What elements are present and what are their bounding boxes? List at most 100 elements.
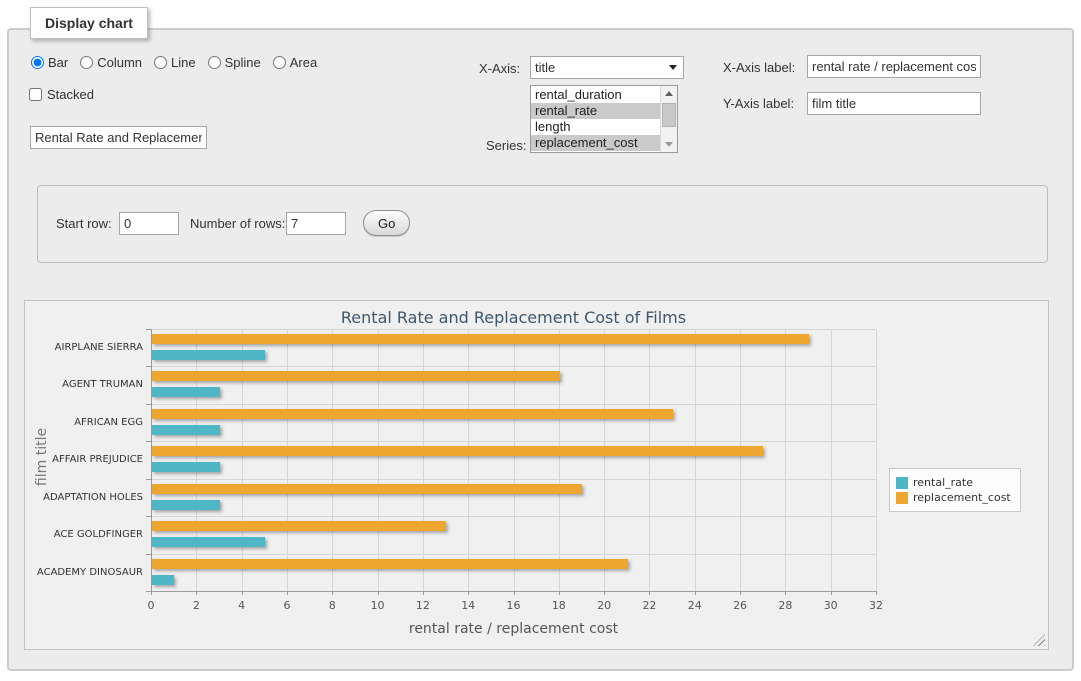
start-row-input[interactable] [119, 212, 179, 235]
x-tick-label: 28 [778, 599, 792, 612]
legend-label: rental_rate [913, 476, 973, 489]
chart-type-option-column[interactable]: Column [80, 55, 142, 70]
gridline-vertical [785, 329, 786, 591]
series-option-length[interactable]: length [531, 119, 660, 135]
legend-item-replacement_cost[interactable]: replacement_cost [896, 491, 1011, 504]
series-listbox[interactable]: rental_durationrental_ratelengthreplacem… [530, 85, 678, 153]
resize-handle-icon[interactable] [1033, 634, 1045, 646]
x-axis-select[interactable]: title [530, 56, 684, 79]
gridline-vertical [378, 329, 379, 591]
stacked-checkbox[interactable] [29, 88, 42, 101]
bar-replacement_cost [152, 334, 809, 344]
bar-rental_rate [152, 462, 220, 472]
chart-type-group: Bar Column Line Spline Area [31, 55, 317, 70]
chart-title-input[interactable] [30, 126, 207, 149]
gridline-vertical [468, 329, 469, 591]
gridline-horizontal [151, 554, 876, 555]
chart-type-radio-bar[interactable] [31, 56, 44, 69]
gridline-vertical [242, 329, 243, 591]
series-listbox-options: rental_durationrental_ratelengthreplacem… [531, 86, 660, 152]
bar-replacement_cost [152, 446, 763, 456]
y-axis-line [151, 329, 152, 592]
chart-type-option-line[interactable]: Line [154, 55, 196, 70]
stacked-label: Stacked [47, 87, 94, 102]
go-button[interactable]: Go [363, 210, 410, 236]
chart-type-option-spline[interactable]: Spline [208, 55, 261, 70]
series-scrollbar[interactable] [660, 86, 677, 152]
chart-type-radio-spline[interactable] [208, 56, 221, 69]
number-of-rows-input[interactable] [286, 212, 346, 235]
x-tick-label: 26 [733, 599, 747, 612]
x-axis-label-label: X-Axis label: [723, 60, 795, 75]
chart-x-axis-title: rental rate / replacement cost [151, 621, 876, 637]
x-tick-label: 0 [148, 599, 155, 612]
bar-rental_rate [152, 500, 220, 510]
chart-type-label: Line [171, 55, 196, 70]
panel-title: Display chart [30, 7, 148, 39]
bar-replacement_cost [152, 521, 446, 531]
legend-swatch-replacement_cost [896, 492, 908, 504]
gridline-vertical [649, 329, 650, 591]
bar-rental_rate [152, 350, 265, 360]
gridline-horizontal [151, 329, 876, 330]
row-range-box: Start row: Number of rows: Go [37, 185, 1048, 263]
x-tick-label: 24 [688, 599, 702, 612]
x-tick-label: 12 [416, 599, 430, 612]
bar-rental_rate [152, 425, 220, 435]
series-option-replacement_cost[interactable]: replacement_cost [531, 135, 660, 151]
gridline-horizontal [151, 404, 876, 405]
x-tick-label: 2 [193, 599, 200, 612]
chart-type-radio-line[interactable] [154, 56, 167, 69]
series-select-label: Series: [486, 138, 526, 153]
bar-rental_rate [152, 387, 220, 397]
bar-rental_rate [152, 537, 265, 547]
chart-type-label: Spline [225, 55, 261, 70]
category-label: AGENT TRUMAN [29, 366, 143, 403]
bar-replacement_cost [152, 371, 560, 381]
series-option-rental_rate[interactable]: rental_rate [531, 103, 660, 119]
gridline-horizontal [151, 441, 876, 442]
x-tick-label: 14 [461, 599, 475, 612]
scroll-up-icon[interactable] [661, 87, 677, 101]
category-label: ADAPTATION HOLES [29, 479, 143, 516]
x-tick-label: 4 [238, 599, 245, 612]
chart-type-option-area[interactable]: Area [273, 55, 317, 70]
gridline-vertical [423, 329, 424, 591]
stacked-option[interactable]: Stacked [29, 87, 94, 102]
gridline-vertical [695, 329, 696, 591]
category-label: ACE GOLDFINGER [29, 516, 143, 553]
legend-label: replacement_cost [913, 491, 1011, 504]
gridline-vertical [196, 329, 197, 591]
chart-type-radio-column[interactable] [80, 56, 93, 69]
x-axis-line [151, 591, 877, 592]
gridline-horizontal [151, 366, 876, 367]
scroll-down-icon[interactable] [661, 137, 677, 151]
x-tick-label: 6 [283, 599, 290, 612]
category-label: AFFAIR PREJUDICE [29, 441, 143, 478]
chart-panel: Rental Rate and Replacement Cost of Film… [24, 300, 1049, 650]
x-axis-select-label: X-Axis: [479, 61, 520, 76]
legend-item-rental_rate[interactable]: rental_rate [896, 476, 1011, 489]
y-axis-label-label: Y-Axis label: [723, 96, 794, 111]
x-tick-label: 30 [824, 599, 838, 612]
category-label: ACADEMY DINOSAUR [29, 554, 143, 591]
chart-type-label: Area [290, 55, 317, 70]
x-axis-label-input[interactable] [807, 55, 981, 78]
series-option-rental_duration[interactable]: rental_duration [531, 87, 660, 103]
gridline-vertical [740, 329, 741, 591]
number-of-rows-label: Number of rows: [190, 216, 285, 231]
x-tick-label: 18 [552, 599, 566, 612]
bar-rental_rate [152, 575, 174, 585]
chart-type-radio-area[interactable] [273, 56, 286, 69]
y-axis-label-input[interactable] [807, 92, 981, 115]
x-tick-label: 20 [597, 599, 611, 612]
scrollbar-thumb[interactable] [662, 103, 676, 127]
x-tick-label: 22 [642, 599, 656, 612]
chart-type-option-bar[interactable]: Bar [31, 55, 68, 70]
x-axis-select-wrap: title [530, 56, 684, 79]
chart-type-label: Bar [48, 55, 68, 70]
chart-type-label: Column [97, 55, 142, 70]
gridline-vertical [559, 329, 560, 591]
x-tick-label: 32 [869, 599, 883, 612]
x-tick-label: 8 [329, 599, 336, 612]
